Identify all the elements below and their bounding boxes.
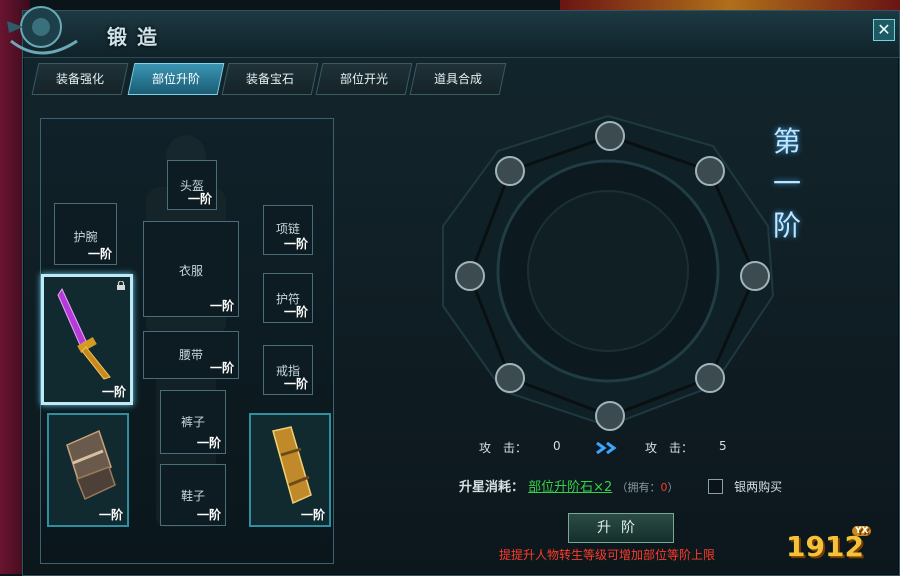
star-node-6 [495, 363, 525, 393]
tab-label: 部位开光 [339, 72, 388, 86]
slot-belt[interactable]: 腰带 一阶 [143, 331, 239, 379]
slot-level: 一阶 [300, 508, 325, 522]
star-node-5 [595, 401, 625, 431]
own-suffix: ） [667, 481, 679, 494]
cost-item-link[interactable]: 部位升阶石×2 [528, 480, 612, 495]
cost-label: 升星消耗： [459, 480, 525, 495]
tab-equip-enhance[interactable]: 装备强化 [31, 63, 129, 95]
slot-level: 一阶 [209, 299, 234, 313]
tab-label: 道具合成 [433, 72, 482, 86]
double-arrow-icon [596, 442, 617, 454]
watermark-number: 1912 [786, 530, 864, 563]
forge-window: 锻造 ✕ 装备强化 部位升阶 装备宝石 部位开光 道具合成 头盔 一阶 护腕 一… [7, 6, 900, 576]
slot-level: 一阶 [187, 192, 212, 206]
tab-label: 部位升阶 [151, 72, 200, 86]
current-attack-label: 攻 击： [479, 441, 528, 455]
slot-name: 裤子 [180, 415, 205, 429]
slot-pants[interactable]: 裤子 一阶 [160, 390, 226, 454]
slot-level: 一阶 [283, 305, 308, 319]
upgrade-button[interactable]: 升阶 [568, 513, 674, 543]
dragon-ornament-icon [7, 6, 78, 55]
current-attack-value: 0 [553, 439, 561, 453]
slot-shoes[interactable]: 鞋子 一阶 [160, 464, 226, 526]
tab-part-consecrate[interactable]: 部位开光 [315, 63, 413, 95]
slot-talisman[interactable]: 护符 一阶 [263, 273, 313, 323]
stage-char: 一 [772, 167, 801, 200]
site-watermark-logo: 1912 YX [786, 526, 872, 563]
slot-ring[interactable]: 戒指 一阶 [263, 345, 313, 395]
slot-weapon[interactable]: 一阶 [41, 274, 133, 405]
gloves-icon [66, 429, 116, 501]
slot-gloves[interactable]: 一阶 [47, 413, 129, 527]
upgrade-star-circle [442, 114, 775, 431]
slot-level: 一阶 [283, 237, 308, 251]
close-button[interactable]: ✕ [873, 19, 895, 41]
tab-label: 装备强化 [55, 72, 104, 86]
slot-name: 鞋子 [180, 489, 205, 503]
window-title: 锻造 [107, 25, 167, 49]
slot-level: 一阶 [209, 361, 234, 375]
slot-level: 一阶 [98, 508, 123, 522]
stage-char: 第 [772, 125, 801, 158]
stage-label: 第 一 阶 [769, 121, 805, 247]
upgrade-cost: 升星消耗： 部位升阶石×2 （拥有：0） [459, 476, 678, 495]
star-node-3 [740, 261, 770, 291]
slot-level: 一阶 [101, 385, 126, 399]
slot-name: 护腕 [73, 230, 98, 244]
stat-comparison: 攻 击： 0 攻 击： 5 [463, 439, 823, 459]
slot-level: 一阶 [196, 436, 221, 450]
slot-necklace[interactable]: 项链 一阶 [263, 205, 313, 255]
slot-level: 一阶 [87, 247, 112, 261]
slot-bracer[interactable]: 护腕 一阶 [54, 203, 117, 265]
silver-purchase-option[interactable]: 银两购买 [708, 476, 782, 495]
star-node-7 [455, 261, 485, 291]
star-node-1 [595, 121, 625, 151]
next-attack-value: 5 [719, 439, 727, 453]
slot-level: 一阶 [283, 377, 308, 391]
slot-helmet[interactable]: 头盔 一阶 [167, 160, 217, 210]
slot-clothes[interactable]: 衣服 一阶 [143, 221, 239, 317]
slot-level: 一阶 [196, 508, 221, 522]
slot-gauntlet[interactable]: 一阶 [249, 413, 331, 527]
next-attack-label: 攻 击： [645, 441, 694, 455]
star-node-2 [695, 156, 725, 186]
star-node-8 [495, 156, 525, 186]
star-node-4 [695, 363, 725, 393]
tab-equip-gem[interactable]: 装备宝石 [221, 63, 319, 95]
tab-part-upgrade[interactable]: 部位升阶 [127, 63, 225, 95]
gauntlet-icon [272, 426, 312, 505]
stage-char: 阶 [772, 209, 801, 242]
title-bar: 锻造 ✕ [7, 6, 899, 58]
silver-purchase-label: 银两购买 [734, 480, 783, 494]
tab-label: 装备宝石 [245, 72, 294, 86]
tab-item-synthesis[interactable]: 道具合成 [409, 63, 507, 95]
silver-purchase-checkbox[interactable] [708, 479, 723, 494]
upgrade-limit-notice: 提提升人物转生等级可增加部位等阶上限 [499, 548, 716, 562]
slot-name: 衣服 [178, 264, 203, 278]
watermark-tag: YX [852, 526, 872, 536]
sword-icon [57, 287, 111, 380]
equipment-slots-panel: 头盔 一阶 护腕 一阶 衣服 一阶 项链 一阶 护符 一阶 一阶 腰带 一阶 戒… [40, 118, 334, 564]
own-prefix: （拥有： [616, 481, 661, 494]
